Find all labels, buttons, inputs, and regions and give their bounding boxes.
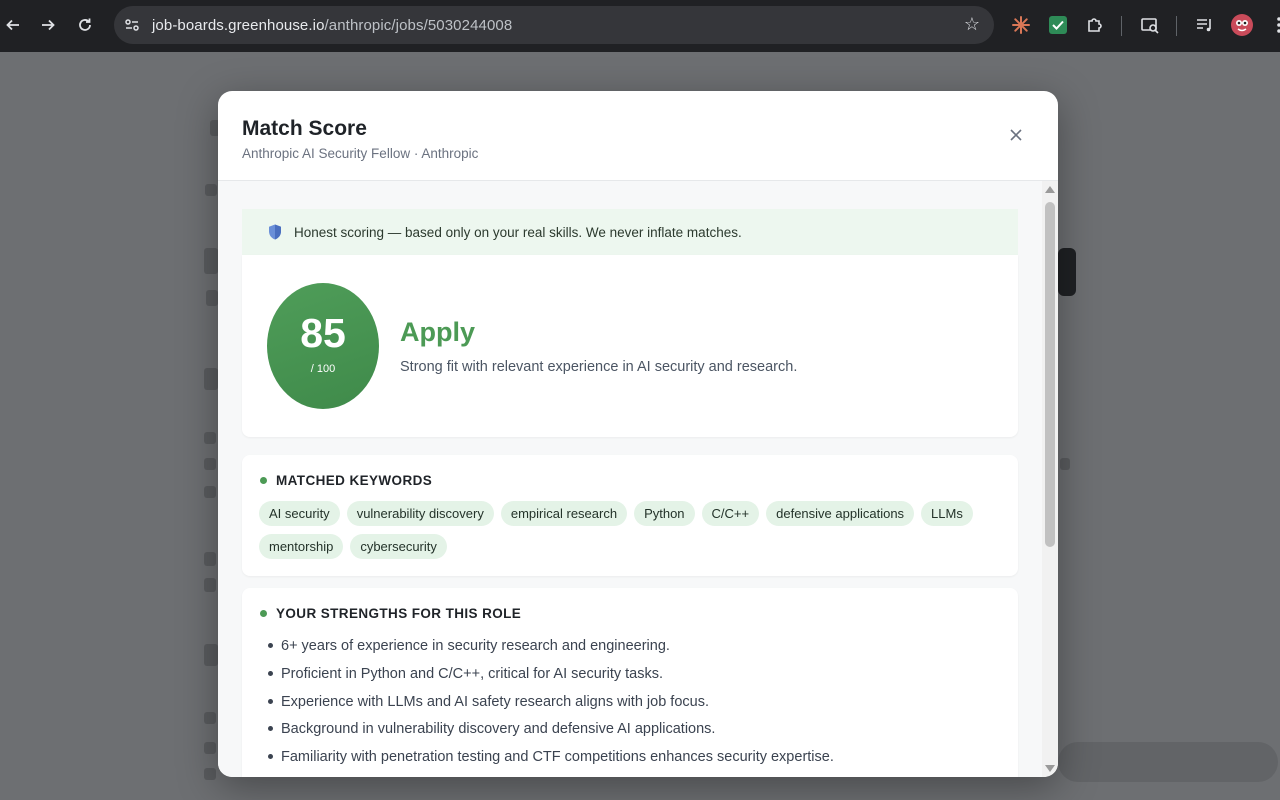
- background-text: [204, 552, 216, 566]
- keyword-chip: vulnerability discovery: [346, 501, 494, 526]
- background-text: [206, 290, 218, 306]
- claude-extension-icon[interactable]: [1008, 12, 1034, 38]
- keyword-chip: defensive applications: [766, 501, 915, 526]
- background-text: [205, 184, 217, 196]
- strength-item: Background in vulnerability discovery an…: [264, 719, 834, 747]
- bookmark-star-icon[interactable]: ☆: [964, 14, 980, 35]
- media-control-icon[interactable]: [1192, 12, 1218, 38]
- strength-item: 6+ years of experience in security resea…: [264, 636, 834, 664]
- score-value: 85: [300, 310, 346, 356]
- background-heading: [204, 248, 218, 274]
- modal-title: Match Score: [242, 117, 367, 140]
- url-text[interactable]: job-boards.greenhouse.io/anthropic/jobs/…: [152, 17, 512, 34]
- menu-dots-icon[interactable]: [1266, 12, 1280, 38]
- toolbar-divider: [1176, 16, 1177, 36]
- keyword-chip: LLMs: [921, 501, 973, 526]
- shield-icon: [269, 224, 281, 240]
- url-path: /anthropic/jobs/5030244008: [324, 16, 513, 34]
- background-heading: [204, 644, 218, 666]
- modal-scrollbar[interactable]: [1042, 181, 1058, 777]
- background-text: [1060, 458, 1070, 470]
- strengths-card: YOUR STRENGTHS FOR THIS ROLE 6+ years of…: [242, 588, 1018, 777]
- strength-item: Experience with LLMs and AI safety resea…: [264, 692, 834, 720]
- keyword-chip: empirical research: [500, 501, 628, 526]
- score-badge: 85 / 100: [267, 283, 379, 409]
- keyword-chip: Python: [634, 501, 695, 526]
- strength-item: Proficient in Python and C/C++, critical…: [264, 664, 834, 692]
- strengths-list: 6+ years of experience in security resea…: [264, 636, 834, 775]
- background-text: [204, 742, 216, 754]
- honest-scoring-banner: Honest scoring — based only on your real…: [242, 209, 1018, 256]
- keyword-chip: AI security: [259, 501, 340, 526]
- browser-toolbar: job-boards.greenhouse.io/anthropic/jobs/…: [0, 0, 1280, 52]
- keyword-chip: C/C++: [701, 501, 760, 526]
- scrollbar-thumb[interactable]: [1045, 202, 1055, 547]
- matched-keywords-header: MATCHED KEYWORDS: [260, 473, 432, 488]
- background-heading: [204, 368, 218, 390]
- score-max: / 100: [310, 363, 336, 375]
- toolbar-divider: [1121, 16, 1122, 36]
- profile-avatar-icon[interactable]: [1229, 12, 1255, 38]
- back-arrow-icon[interactable]: [0, 10, 28, 40]
- keyword-chip: cybersecurity: [350, 534, 447, 559]
- background-floating-bar: [1058, 742, 1278, 782]
- background-text: [204, 432, 216, 444]
- matched-keywords-card: MATCHED KEYWORDS AI security vulnerabili…: [242, 455, 1018, 576]
- modal-header: Match Score Anthropic AI Security Fellow…: [218, 91, 1058, 181]
- background-text: [204, 458, 216, 470]
- matched-keywords-title: MATCHED KEYWORDS: [276, 473, 433, 488]
- tab-search-icon[interactable]: [1137, 12, 1163, 38]
- background-text: [204, 578, 216, 592]
- keyword-chip: mentorship: [259, 534, 344, 559]
- score-card: 85 / 100 Apply Strong fit with relevant …: [242, 255, 1018, 437]
- background-text: [204, 486, 216, 498]
- honest-scoring-text: Honest scoring — based only on your real…: [294, 224, 742, 240]
- section-dot-icon: [260, 477, 267, 484]
- close-icon[interactable]: [1004, 123, 1028, 147]
- checkmark-extension-icon[interactable]: [1045, 12, 1071, 38]
- match-score-modal: Match Score Anthropic AI Security Fellow…: [218, 91, 1058, 777]
- strength-item: Familiarity with penetration testing and…: [264, 747, 834, 775]
- verdict-description: Strong fit with relevant experience in A…: [400, 359, 798, 375]
- forward-arrow-icon[interactable]: [33, 10, 63, 40]
- extensions-puzzle-icon[interactable]: [1082, 12, 1108, 38]
- strengths-header: YOUR STRENGTHS FOR THIS ROLE: [260, 606, 521, 621]
- site-info-icon[interactable]: [118, 11, 146, 39]
- section-dot-icon: [260, 610, 267, 617]
- reload-icon[interactable]: [70, 10, 100, 40]
- scroll-down-arrow-icon[interactable]: [1045, 765, 1055, 772]
- strengths-title: YOUR STRENGTHS FOR THIS ROLE: [276, 606, 522, 621]
- background-text: [204, 712, 216, 724]
- address-bar[interactable]: job-boards.greenhouse.io/anthropic/jobs/…: [114, 6, 994, 44]
- modal-subtitle: Anthropic AI Security Fellow · Anthropic: [242, 146, 479, 161]
- url-host: job-boards.greenhouse.io: [152, 16, 325, 34]
- keyword-chip-list: AI security vulnerability discovery empi…: [259, 501, 979, 559]
- background-apply-button: [1058, 248, 1076, 296]
- verdict-label: Apply: [400, 317, 476, 347]
- scroll-up-arrow-icon[interactable]: [1045, 186, 1055, 193]
- background-text: [204, 768, 216, 780]
